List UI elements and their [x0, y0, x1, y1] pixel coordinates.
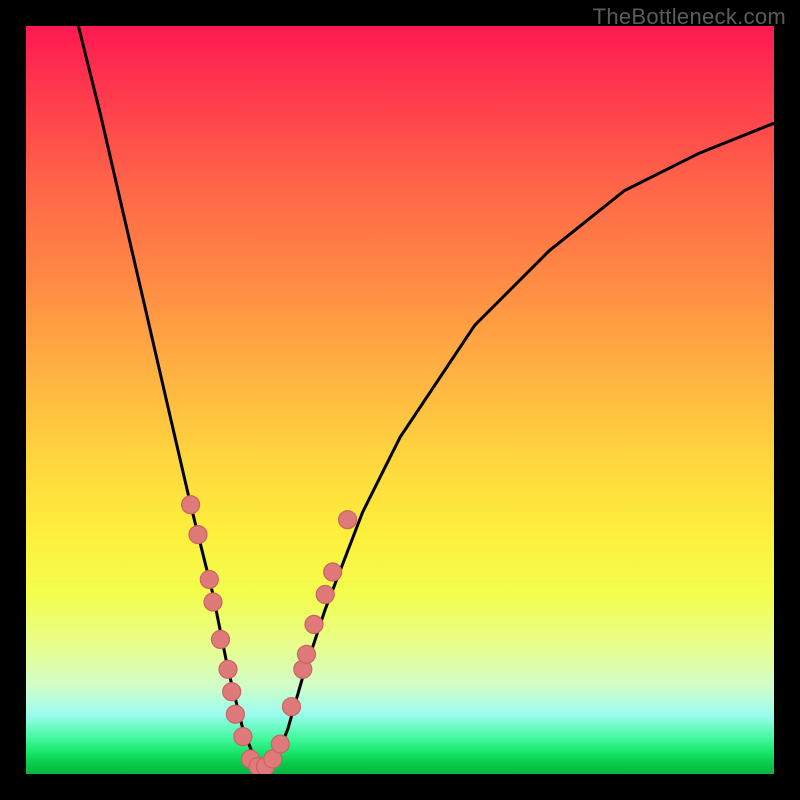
marker-group: [182, 496, 357, 774]
data-marker: [283, 698, 301, 716]
data-marker: [324, 563, 342, 581]
bottleneck-curve: [78, 26, 774, 767]
chart-svg: [26, 26, 774, 774]
plot-area: [26, 26, 774, 774]
data-marker: [182, 496, 200, 514]
data-marker: [212, 630, 230, 648]
data-marker: [200, 571, 218, 589]
chart-frame: TheBottleneck.com: [0, 0, 800, 800]
data-marker: [316, 586, 334, 604]
data-marker: [305, 615, 323, 633]
data-marker: [234, 728, 252, 746]
watermark-text: TheBottleneck.com: [593, 4, 786, 30]
data-marker: [223, 683, 241, 701]
data-marker: [204, 593, 222, 611]
data-marker: [189, 526, 207, 544]
data-marker: [271, 735, 289, 753]
data-marker: [298, 645, 316, 663]
data-marker: [219, 660, 237, 678]
data-marker: [226, 705, 244, 723]
data-marker: [339, 511, 357, 529]
